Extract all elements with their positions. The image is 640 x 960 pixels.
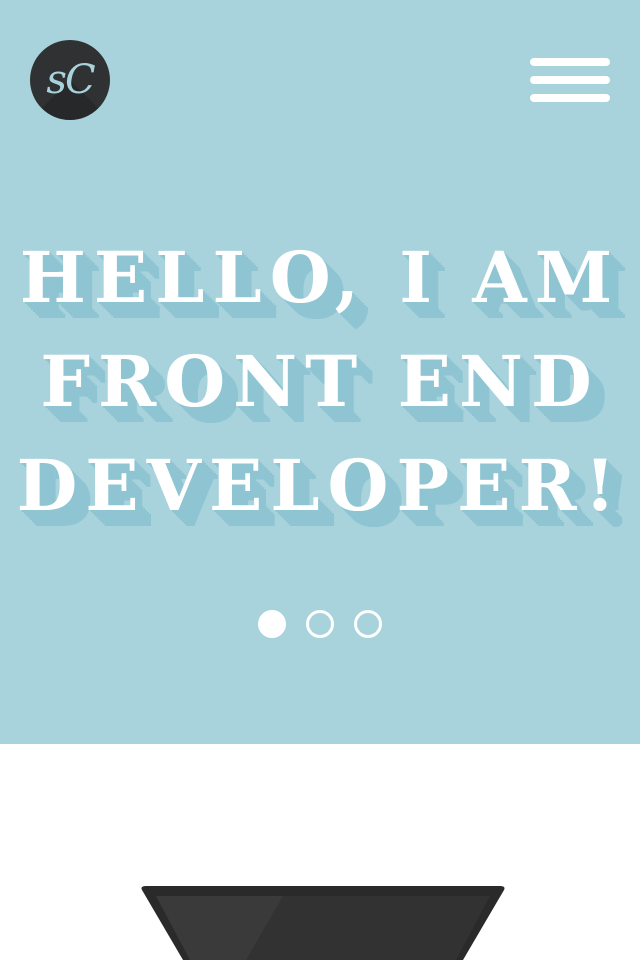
logo-text: sC <box>46 57 95 103</box>
hamburger-menu-icon[interactable] <box>528 56 610 104</box>
slider-pagination <box>256 608 386 640</box>
slider-dot-3[interactable] <box>354 610 382 638</box>
logo[interactable]: sC <box>30 40 110 120</box>
headline-line: FRONT END <box>40 340 600 423</box>
slider-dot-2[interactable] <box>306 610 334 638</box>
menu-bar <box>530 58 610 66</box>
menu-bar <box>530 94 610 102</box>
headline-line: HELLO, I AM <box>19 236 621 319</box>
hero-headline: HELLO, I AM FRONT END DEVELOPER! <box>0 226 640 538</box>
slider-dot-1[interactable] <box>258 610 286 638</box>
headline-line: DEVELOPER! <box>16 444 624 527</box>
hero-section: sC HELLO, I AM FRONT END DEVELOPER! <box>0 0 640 744</box>
laptop-icon <box>141 886 505 960</box>
menu-bar <box>530 76 610 84</box>
